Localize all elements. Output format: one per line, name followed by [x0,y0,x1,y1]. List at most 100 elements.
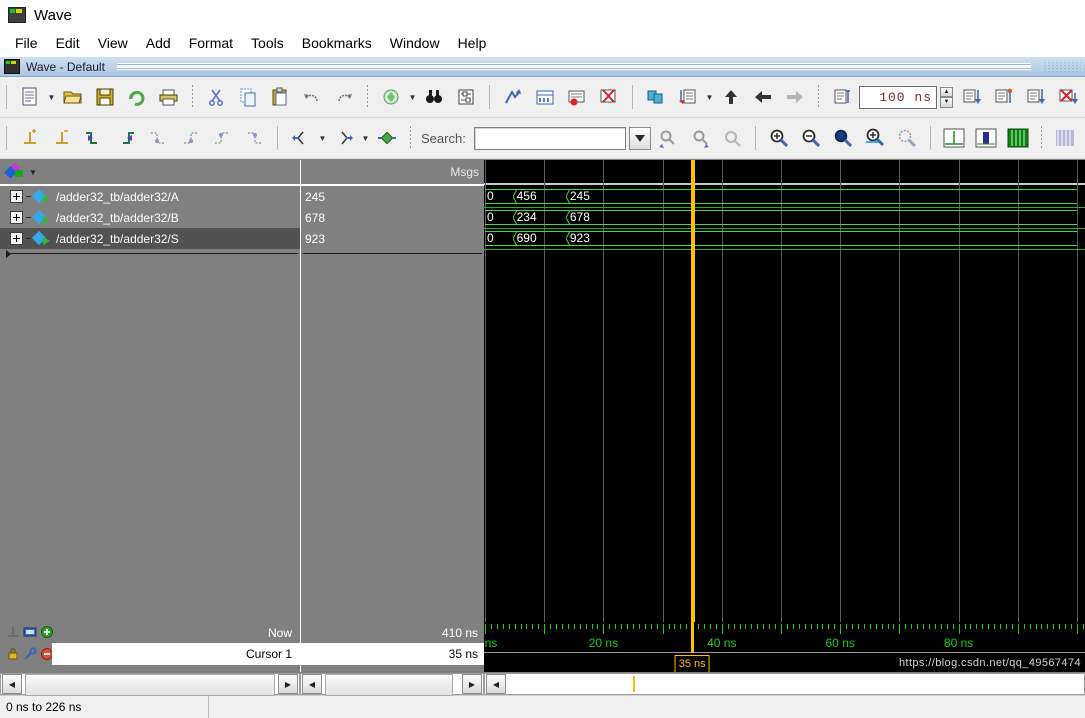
find-previous-rising-edge-icon[interactable] [207,123,237,153]
menu-format[interactable]: Format [180,32,242,54]
delete-cursor-icon[interactable] [47,123,77,153]
insert-cursor-icon[interactable] [15,123,45,153]
zoom-cursor-icon[interactable] [860,123,890,153]
chevron-down-icon[interactable]: ▼ [29,168,37,177]
previous-transition-icon[interactable] [79,123,109,153]
print-icon[interactable] [154,82,184,112]
search-previous-icon[interactable] [653,123,683,153]
wave-mixed-icon[interactable] [1050,123,1080,153]
zoom-out-icon[interactable] [796,123,826,153]
copy-icon[interactable] [233,82,263,112]
timeline-tick [929,624,930,629]
expand-left-icon[interactable] [286,123,316,153]
search-options-icon[interactable] [717,123,747,153]
stepper-up[interactable]: ▲ [940,86,953,97]
save-icon[interactable] [90,82,120,112]
continue-run-icon[interactable] [989,82,1019,112]
chevron-down-icon[interactable] [628,126,651,150]
signal-row-b[interactable]: /adder32_tb/adder32/B [0,207,300,228]
find-next-rising-edge-icon[interactable] [239,123,269,153]
remove-breakpoint-icon[interactable] [594,82,624,112]
dropdown-arrow-icon[interactable]: ▼ [705,83,714,111]
run-length-icon[interactable] [827,82,857,112]
names-scrollbar[interactable]: ◀ ▶ [0,673,300,696]
zoom-in-icon[interactable] [764,123,794,153]
run-length-stepper[interactable]: ▲ ▼ [940,86,953,108]
menu-edit[interactable]: Edit [47,32,89,54]
dropdown-arrow-icon[interactable]: ▼ [47,83,56,111]
names-scroll-track[interactable] [23,674,277,696]
find-binoculars-icon[interactable] [419,82,449,112]
menu-window[interactable]: Window [381,32,449,54]
run-all-icon[interactable] [1021,82,1051,112]
open-folder-icon[interactable] [58,82,88,112]
reload-icon[interactable] [122,82,152,112]
find-next-falling-edge-icon[interactable] [175,123,205,153]
signal-row-s[interactable]: /adder32_tb/adder32/S [0,228,300,249]
waveform-scrollbar[interactable]: ◀ [484,673,1085,695]
step-into-icon[interactable] [673,82,703,112]
environment-icon[interactable] [641,82,671,112]
undo-icon[interactable] [297,82,327,112]
new-document-icon[interactable] [15,82,45,112]
step-up-icon[interactable] [716,82,746,112]
pane-grip-handle[interactable] [1043,61,1081,72]
menu-add[interactable]: Add [137,32,180,54]
waveform-canvas[interactable]: 0 456 245 0 234 678 0 690 923 [484,160,1085,622]
cursor-time-flag[interactable]: 35 ns [674,655,710,672]
dropdown-arrow-icon[interactable]: ▼ [318,124,327,152]
dropdown-arrow-icon[interactable]: ▼ [361,124,370,152]
signal-row-a[interactable]: /adder32_tb/adder32/A [0,186,300,207]
stepper-down[interactable]: ▼ [940,97,953,108]
redo-icon[interactable] [329,82,359,112]
breakpoint-icon[interactable] [562,82,592,112]
waveform-scroll-track[interactable] [507,674,1084,694]
wave-bus-icon[interactable] [1003,123,1033,153]
cursor-label[interactable]: Cursor 1 [0,643,300,665]
scroll-left-button[interactable]: ◀ [486,674,506,694]
cursor-value[interactable]: 35 ns [301,643,484,665]
zoom-full-icon[interactable] [828,123,858,153]
properties-icon[interactable] [451,82,481,112]
simulate-icon[interactable] [498,82,528,112]
restart-icon[interactable] [530,82,560,112]
menu-bookmarks[interactable]: Bookmarks [293,32,381,54]
menu-file[interactable]: File [6,32,47,54]
signal-names-pane[interactable]: ▼ /adder32_tb/adder32/A /adder32_tb/adde… [0,160,300,622]
find-previous-falling-edge-icon[interactable] [143,123,173,153]
expand-toggle-icon[interactable] [10,211,23,224]
scroll-left-button[interactable]: ◀ [302,674,322,694]
wave-objects-icon[interactable] [4,162,25,180]
menu-tools[interactable]: Tools [242,32,293,54]
expand-all-icon[interactable] [372,123,402,153]
wave-pane-caption[interactable]: Wave - Default [0,56,1085,77]
values-scroll-thumb[interactable] [325,674,453,696]
wave-cursor-line[interactable] [691,160,696,622]
dropdown-arrow-icon[interactable]: ▼ [408,83,417,111]
next-transition-icon[interactable] [111,123,141,153]
scroll-right-button[interactable]: ▶ [278,674,298,694]
search-next-icon[interactable] [685,123,715,153]
values-scrollbar[interactable]: ◀ ▶ [300,673,484,696]
break-icon[interactable] [1053,82,1083,112]
run-icon[interactable] [957,82,987,112]
menu-help[interactable]: Help [449,32,496,54]
values-scroll-track[interactable] [323,674,461,696]
names-scroll-thumb[interactable] [25,674,275,696]
scroll-left-button[interactable]: ◀ [2,674,22,694]
wave-analog-icon[interactable] [971,123,1001,153]
step-back-icon[interactable] [748,82,778,112]
paste-icon[interactable] [265,82,295,112]
collapse-right-icon[interactable] [329,123,359,153]
step-forward-icon[interactable] [780,82,810,112]
menu-view[interactable]: View [89,32,137,54]
search-input[interactable] [473,126,626,150]
expand-toggle-icon[interactable] [10,190,23,203]
cut-icon[interactable] [201,82,231,112]
expand-toggle-icon[interactable] [10,232,23,245]
run-length-input[interactable]: 100 ns [859,85,937,109]
compile-icon[interactable] [376,82,406,112]
scroll-right-button[interactable]: ▶ [462,674,482,694]
wave-literal-icon[interactable] [939,123,969,153]
zoom-range-icon[interactable] [892,123,922,153]
